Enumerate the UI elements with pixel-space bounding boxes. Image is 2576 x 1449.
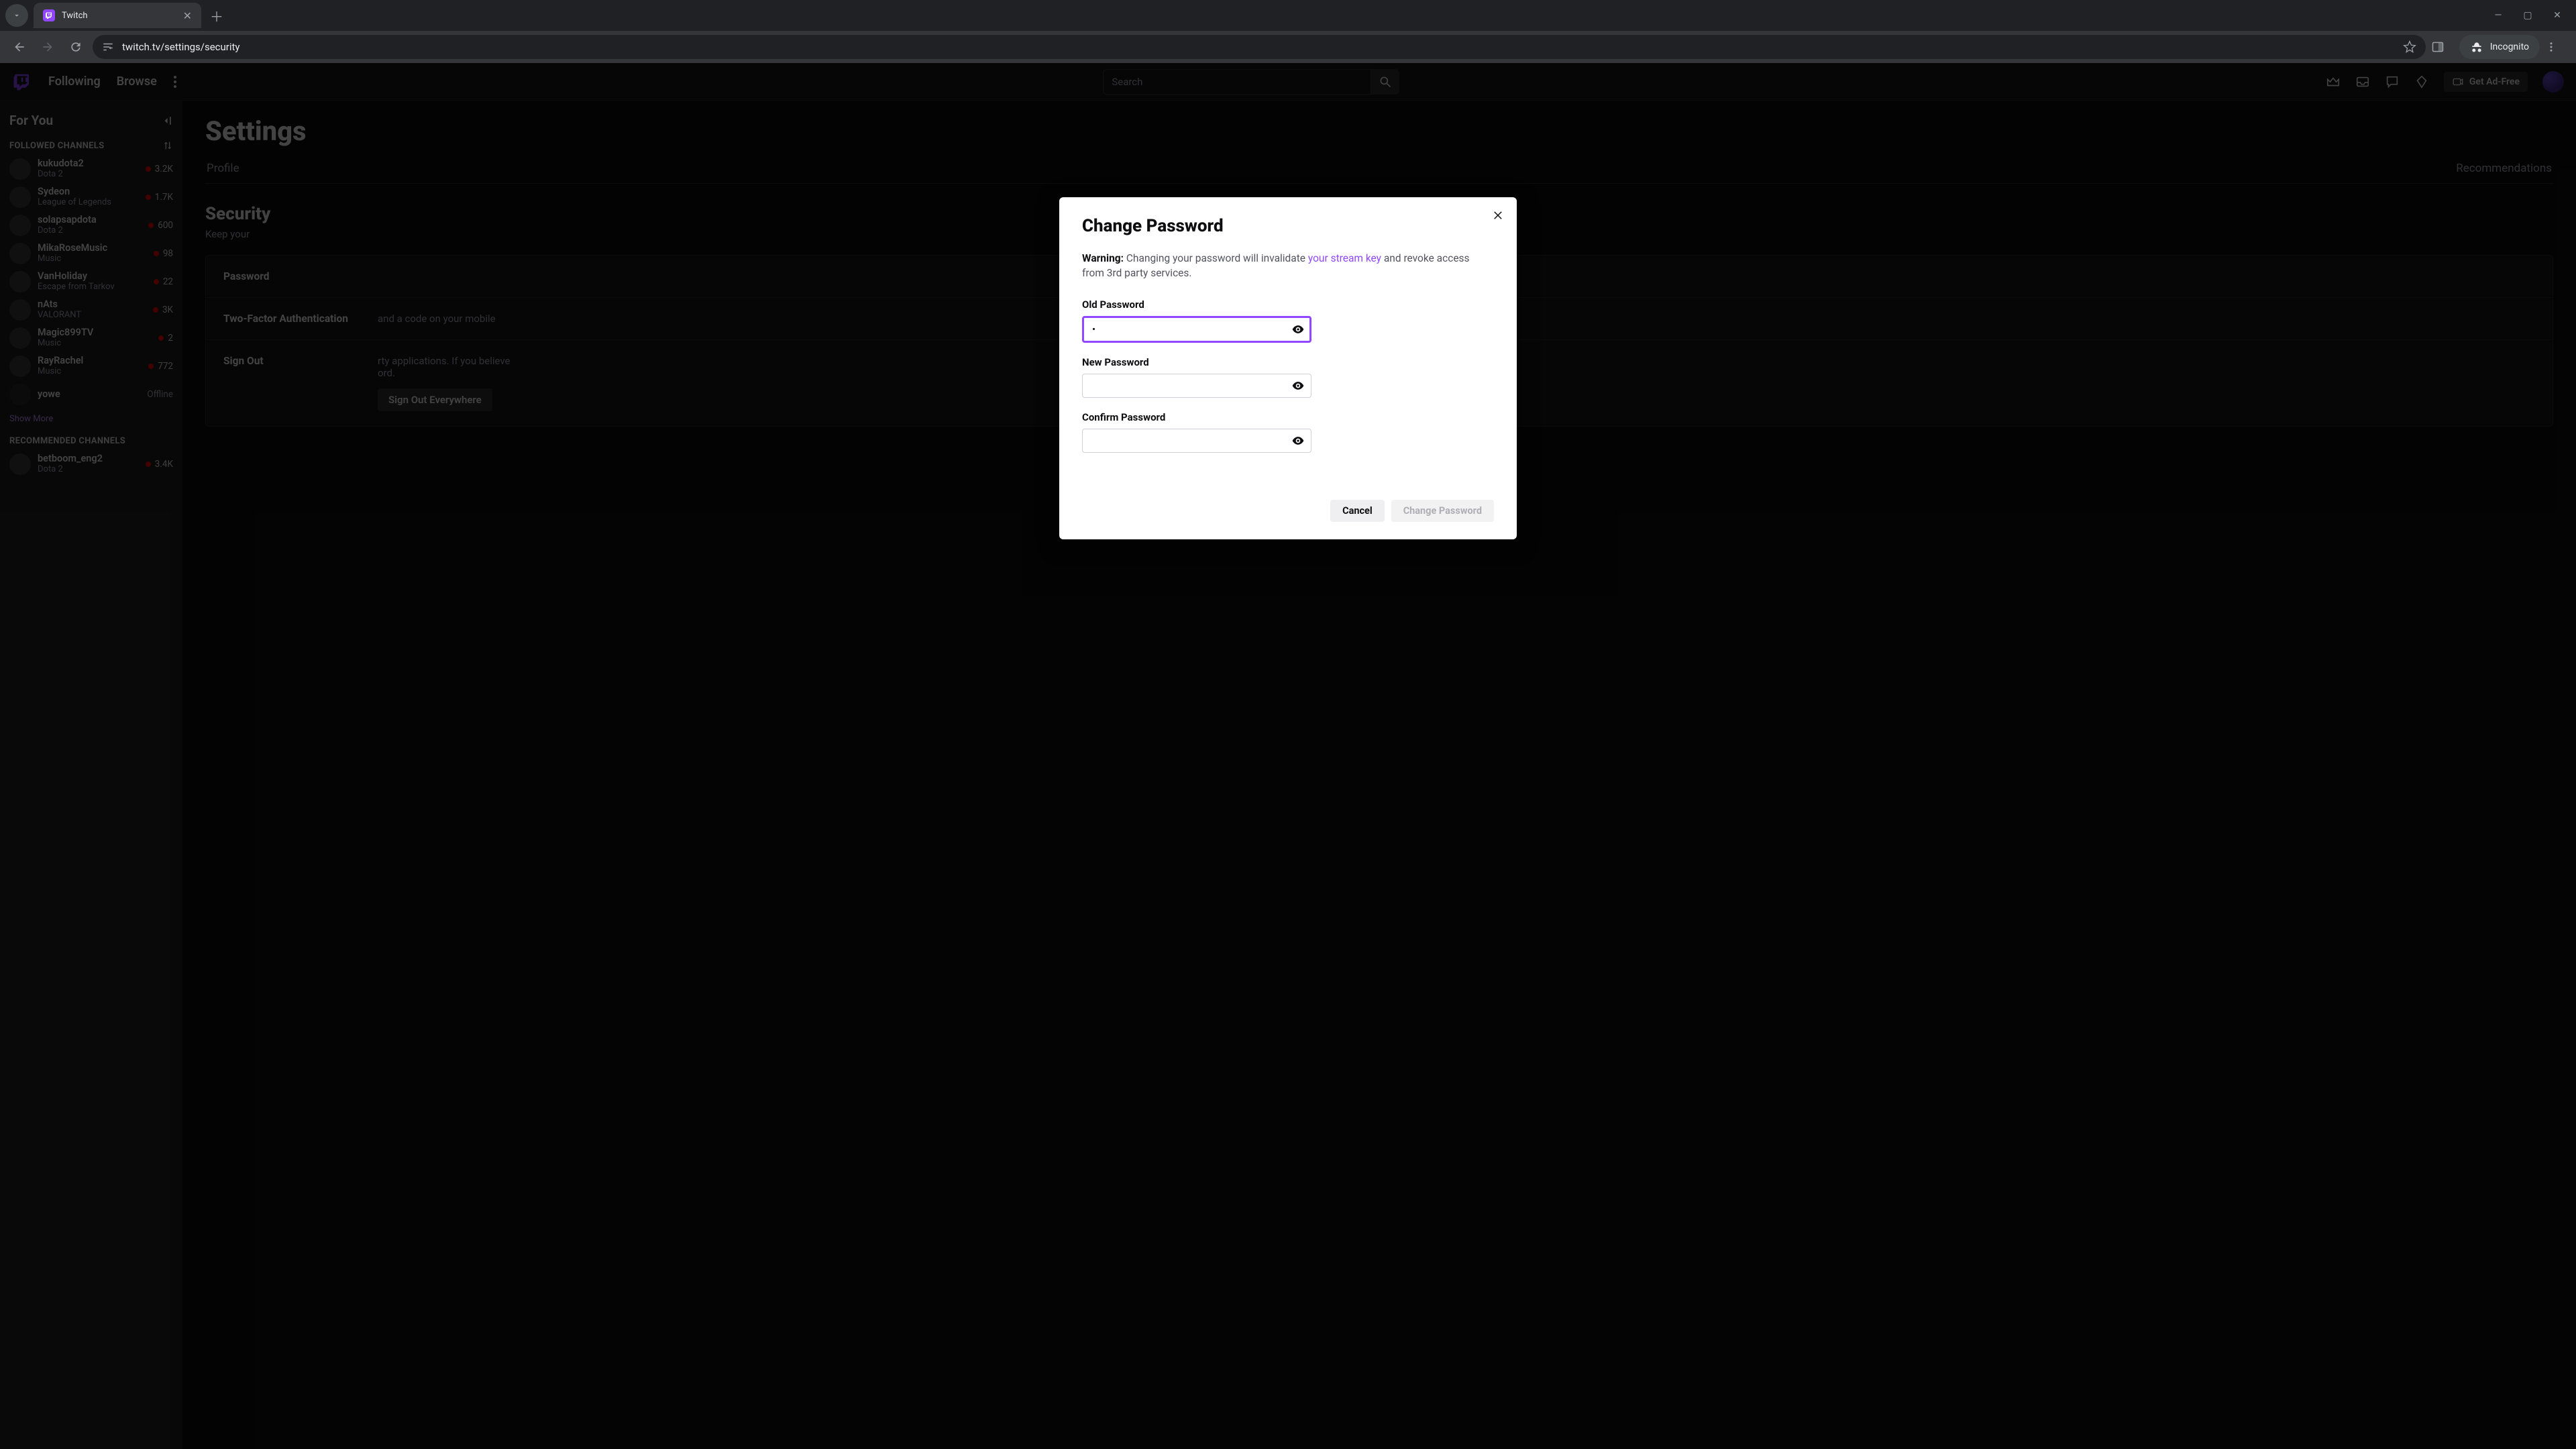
incognito-icon: [2470, 40, 2483, 54]
modal-close-button[interactable]: [1493, 209, 1505, 221]
tabs-dropdown-button[interactable]: [5, 4, 28, 27]
browser-menu-button[interactable]: [2545, 41, 2568, 53]
window-close-button[interactable]: ✕: [2552, 10, 2563, 21]
side-panel-button[interactable]: [2431, 40, 2454, 54]
change-password-modal: Change Password Warning: Changing your p…: [1059, 197, 1517, 539]
eye-icon: [1291, 434, 1305, 447]
incognito-label: Incognito: [2490, 42, 2529, 52]
reload-button[interactable]: [64, 36, 87, 58]
chevron-down-icon: [12, 11, 21, 20]
browser-tab-strip: Twitch ✕ ＋ ― ▢ ✕: [0, 0, 2576, 31]
browser-tab[interactable]: Twitch ✕: [34, 3, 201, 28]
address-bar[interactable]: twitch.tv/settings/security: [93, 35, 2426, 59]
arrow-left-icon: [13, 40, 26, 54]
back-button[interactable]: [8, 36, 31, 58]
modal-warning: Warning: Changing your password will inv…: [1082, 251, 1494, 281]
window-maximize-button[interactable]: ▢: [2522, 10, 2533, 21]
bookmark-button[interactable]: [2403, 40, 2416, 54]
old-password-label: Old Password: [1082, 299, 1494, 311]
twitch-favicon-icon: [43, 9, 55, 21]
stream-key-link[interactable]: your stream key: [1308, 252, 1381, 264]
eye-icon: [1291, 323, 1305, 336]
arrow-right-icon: [41, 40, 54, 54]
reload-icon: [69, 40, 83, 54]
change-password-submit-button[interactable]: Change Password: [1391, 500, 1494, 522]
forward-button[interactable]: [36, 36, 59, 58]
browser-tab-title: Twitch: [62, 11, 176, 21]
new-password-label: New Password: [1082, 356, 1494, 368]
eye-icon: [1291, 379, 1305, 392]
toggle-confirm-password-visibility[interactable]: [1291, 434, 1305, 447]
tab-close-button[interactable]: ✕: [183, 9, 192, 22]
cancel-button[interactable]: Cancel: [1330, 500, 1385, 522]
confirm-password-input[interactable]: [1082, 429, 1311, 453]
panel-icon: [2431, 40, 2445, 54]
tune-icon: [102, 41, 114, 53]
new-password-input[interactable]: [1082, 374, 1311, 398]
toggle-old-password-visibility[interactable]: [1291, 323, 1305, 336]
modal-overlay[interactable]: Change Password Warning: Changing your p…: [0, 63, 2576, 1449]
old-password-input[interactable]: [1082, 316, 1311, 343]
kebab-icon: [2545, 41, 2557, 53]
url-text: twitch.tv/settings/security: [122, 41, 2395, 53]
star-icon: [2403, 40, 2416, 54]
window-controls: ― ▢ ✕: [2493, 10, 2571, 21]
browser-toolbar: twitch.tv/settings/security Incognito: [0, 31, 2576, 63]
toggle-new-password-visibility[interactable]: [1291, 379, 1305, 392]
confirm-password-label: Confirm Password: [1082, 411, 1494, 423]
incognito-indicator[interactable]: Incognito: [2459, 35, 2540, 59]
window-minimize-button[interactable]: ―: [2493, 10, 2504, 21]
new-tab-button[interactable]: ＋: [207, 6, 227, 25]
close-icon: [1493, 209, 1505, 221]
site-info-button[interactable]: [102, 41, 114, 53]
modal-title: Change Password: [1082, 216, 1494, 236]
